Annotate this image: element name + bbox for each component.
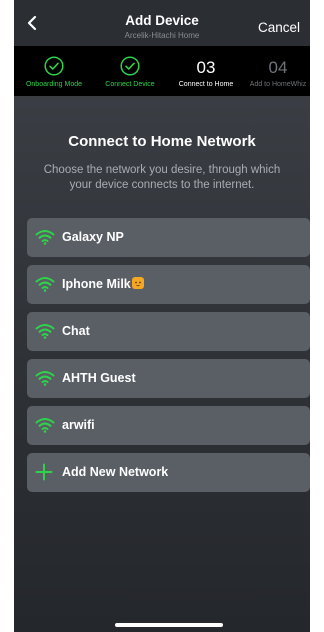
step-connect-device: Connect Device [94, 46, 166, 96]
wifi-icon [35, 277, 55, 292]
navigation-bar: Add Device Arcelik-Hitachi Home Cancel [14, 0, 310, 46]
step-label: Connect Device [105, 81, 155, 88]
cat-face-emoji [131, 277, 144, 289]
step-label: Add to HomeWhiz [249, 81, 307, 88]
check-circle-icon [44, 56, 64, 76]
cancel-button[interactable]: Cancel [258, 20, 300, 35]
network-item-ahth-guest[interactable]: AHTH Guest [27, 359, 310, 398]
plus-icon [35, 463, 53, 481]
step-label: Onboarding Mode [25, 81, 83, 88]
step-label: Connect to Home [178, 81, 234, 88]
wifi-icon [35, 418, 55, 433]
step-onboarding-mode: Onboarding Mode [14, 46, 94, 96]
step-number: 04 [268, 58, 288, 77]
progress-steps: Onboarding Mode Connect Device 03 Connec… [14, 46, 310, 96]
step-connect-to-home: 03 Connect to Home [166, 46, 246, 96]
network-item-galaxy-np[interactable]: Galaxy NP [27, 218, 310, 257]
network-item-arwifi[interactable]: arwifi [27, 406, 310, 445]
wifi-icon [35, 230, 55, 245]
network-item-chat[interactable]: Chat [27, 312, 310, 351]
step-number: 03 [196, 58, 216, 77]
network-name: Chat [62, 324, 90, 338]
wifi-icon [35, 324, 55, 339]
home-indicator[interactable] [115, 623, 223, 627]
app-screen: Add Device Arcelik-Hitachi Home Cancel O… [14, 0, 310, 632]
section-heading: Connect to Home Network [68, 133, 256, 150]
network-item-iphone-milk[interactable]: Iphone Milk [27, 265, 310, 304]
network-name: Iphone Milk [62, 277, 144, 291]
add-new-network-button[interactable]: Add New Network [27, 453, 310, 492]
wifi-icon [35, 371, 55, 386]
network-name: Galaxy NP [62, 230, 124, 244]
network-name: AHTH Guest [62, 371, 136, 385]
check-circle-icon [120, 56, 140, 76]
step-add-to-homewhiz: 04 Add to HomeWhiz [246, 46, 310, 96]
network-name: arwifi [62, 418, 95, 432]
add-network-label: Add New Network [62, 465, 169, 479]
section-description: Choose the network you desire, through w… [43, 164, 281, 191]
